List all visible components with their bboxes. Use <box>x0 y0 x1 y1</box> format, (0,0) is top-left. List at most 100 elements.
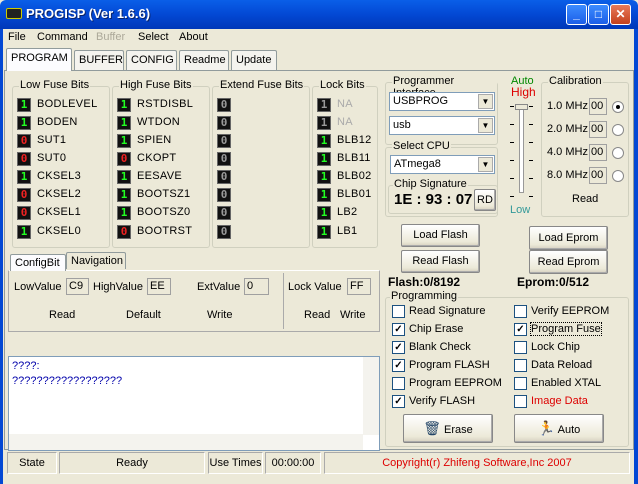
fuse-bit-toggle[interactable]: 1 <box>317 170 331 184</box>
fuse-bit-toggle[interactable]: 1 <box>317 188 331 202</box>
fuse-bit-toggle[interactable]: 1 <box>317 116 331 130</box>
fuse-bit-toggle[interactable]: 1 <box>317 98 331 112</box>
menu-about[interactable]: About <box>179 31 208 43</box>
lock-value-field[interactable]: FF <box>347 278 371 295</box>
port-select[interactable]: usb ▼ <box>389 116 495 135</box>
fuse-bit-toggle[interactable]: 0 <box>217 134 231 148</box>
cpu-select[interactable]: ATmega8 ▼ <box>390 155 495 174</box>
minimize-button[interactable]: _ <box>566 4 587 25</box>
fuse-bit-toggle[interactable]: 1 <box>17 225 31 239</box>
fuse-bit-toggle[interactable]: 0 <box>217 170 231 184</box>
fuse-bit-toggle[interactable]: 0 <box>217 98 231 112</box>
menu-select[interactable]: Select <box>138 31 169 43</box>
checkbox-label[interactable]: Read Signature <box>409 305 485 317</box>
calibration-value-field[interactable]: 00 <box>589 121 607 138</box>
fuse-bit-toggle[interactable]: 0 <box>117 225 131 239</box>
horizontal-scrollbar[interactable] <box>9 434 363 450</box>
fuse-bit-toggle[interactable]: 1 <box>117 116 131 130</box>
fuse-bit-toggle[interactable]: 1 <box>317 152 331 166</box>
tab-readme[interactable]: Readme <box>179 50 229 70</box>
checkbox[interactable] <box>514 305 527 318</box>
checkbox-label[interactable]: Verify EEPROM <box>531 305 609 317</box>
checkbox[interactable] <box>392 305 405 318</box>
close-button[interactable]: ✕ <box>610 4 631 25</box>
low-value-field[interactable]: C9 <box>66 278 89 295</box>
fuse-bit-toggle[interactable]: 1 <box>317 134 331 148</box>
calibration-radio[interactable] <box>612 124 624 136</box>
menu-command[interactable]: Command <box>37 31 88 43</box>
fuse-bit-toggle[interactable]: 1 <box>17 116 31 130</box>
read-flash-button[interactable]: Read Flash <box>401 250 480 273</box>
maximize-button[interactable]: □ <box>588 4 609 25</box>
calibration-value-field[interactable]: 00 <box>589 98 607 115</box>
fuse-bit-toggle[interactable]: 0 <box>217 152 231 166</box>
erase-button[interactable]: 🗑 Erase <box>403 414 493 443</box>
checkbox[interactable]: ✓ <box>514 323 527 336</box>
load-flash-button[interactable]: Load Flash <box>401 224 480 247</box>
default-fuse-button[interactable]: Default <box>126 309 161 321</box>
checkbox-label[interactable]: Blank Check <box>409 341 471 353</box>
checkbox-label[interactable]: Enabled XTAL <box>531 377 601 389</box>
auto-button[interactable]: 🏃 Auto <box>514 414 604 443</box>
checkbox[interactable]: ✓ <box>392 341 405 354</box>
checkbox[interactable]: ✓ <box>392 395 405 408</box>
vertical-scrollbar[interactable] <box>363 357 379 435</box>
calibration-read-button[interactable]: Read <box>572 193 598 205</box>
fuse-bit-toggle[interactable]: 0 <box>17 206 31 220</box>
fuse-bit-toggle[interactable]: 0 <box>217 188 231 202</box>
fuse-bit-toggle[interactable]: 0 <box>17 152 31 166</box>
fuse-bit-toggle[interactable]: 0 <box>117 152 131 166</box>
tab-update[interactable]: Update <box>231 50 277 70</box>
write-lock-button[interactable]: Write <box>340 309 365 321</box>
checkbox[interactable] <box>514 341 527 354</box>
checkbox[interactable] <box>392 377 405 390</box>
checkbox-label[interactable]: Lock Chip <box>531 341 580 353</box>
log-output[interactable]: ????: ?????????????????? <box>8 356 380 451</box>
checkbox-label[interactable]: Program FLASH <box>409 359 490 371</box>
tab-program[interactable]: PROGRAM <box>6 48 72 71</box>
fuse-bit-toggle[interactable]: 1 <box>117 206 131 220</box>
checkbox[interactable]: ✓ <box>392 323 405 336</box>
checkbox[interactable] <box>514 395 527 408</box>
speed-slider-thumb[interactable] <box>515 104 528 110</box>
tab-config[interactable]: CONFIG <box>126 50 177 70</box>
load-eprom-button[interactable]: Load Eprom <box>529 226 608 250</box>
calibration-value-field[interactable]: 00 <box>589 144 607 161</box>
checkbox[interactable]: ✓ <box>392 359 405 372</box>
calibration-radio[interactable] <box>612 170 624 182</box>
speed-slider-track[interactable] <box>519 108 524 193</box>
fuse-bit-toggle[interactable]: 0 <box>217 206 231 220</box>
fuse-bit-toggle[interactable]: 0 <box>217 116 231 130</box>
checkbox-label[interactable]: Verify FLASH <box>409 395 475 407</box>
subtab-navigation[interactable]: Navigation <box>66 252 126 269</box>
calibration-radio[interactable] <box>612 101 624 113</box>
calibration-radio[interactable] <box>612 147 624 159</box>
fuse-bit-toggle[interactable]: 1 <box>117 188 131 202</box>
checkbox-label[interactable]: Image Data <box>531 395 588 407</box>
checkbox-label[interactable]: Chip Erase <box>409 323 463 335</box>
programmer-select[interactable]: USBPROG ▼ <box>389 92 495 111</box>
checkbox-label[interactable]: Program Fuse <box>530 322 602 336</box>
fuse-bit-toggle[interactable]: 0 <box>17 134 31 148</box>
calibration-value-field[interactable]: 00 <box>589 167 607 184</box>
menu-buffer[interactable]: Buffer <box>96 31 125 43</box>
fuse-bit-toggle[interactable]: 1 <box>17 98 31 112</box>
fuse-bit-toggle[interactable]: 0 <box>217 225 231 239</box>
ext-value-field[interactable]: 0 <box>244 278 269 295</box>
checkbox-label[interactable]: Program EEPROM <box>409 377 502 389</box>
write-fuse-button[interactable]: Write <box>207 309 232 321</box>
fuse-bit-toggle[interactable]: 1 <box>317 225 331 239</box>
fuse-bit-toggle[interactable]: 1 <box>117 170 131 184</box>
checkbox[interactable] <box>514 359 527 372</box>
fuse-bit-toggle[interactable]: 1 <box>117 98 131 112</box>
fuse-bit-toggle[interactable]: 1 <box>117 134 131 148</box>
fuse-bit-toggle[interactable]: 0 <box>17 188 31 202</box>
tab-buffer[interactable]: BUFFER <box>74 50 124 70</box>
fuse-bit-toggle[interactable]: 1 <box>17 170 31 184</box>
read-lock-button[interactable]: Read <box>304 309 330 321</box>
read-fuse-button[interactable]: Read <box>49 309 75 321</box>
read-signature-button[interactable]: RD <box>474 189 496 211</box>
checkbox-label[interactable]: Data Reload <box>531 359 592 371</box>
fuse-bit-toggle[interactable]: 1 <box>317 206 331 220</box>
read-eprom-button[interactable]: Read Eprom <box>529 250 608 274</box>
